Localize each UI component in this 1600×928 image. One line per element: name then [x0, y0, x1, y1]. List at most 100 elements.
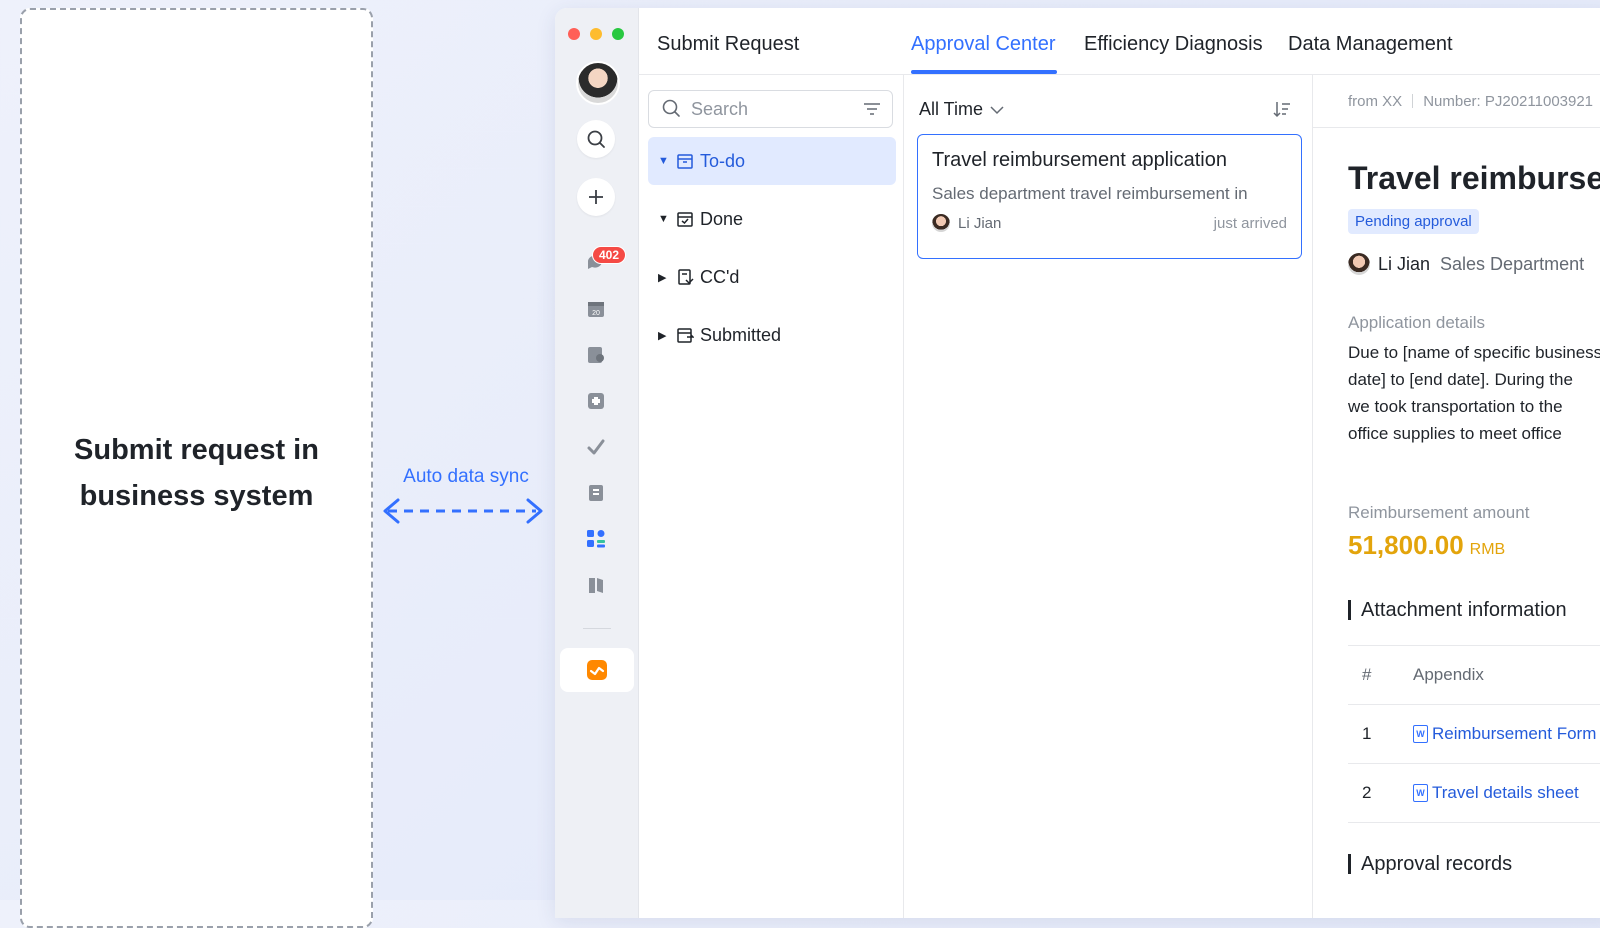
request-list-panel: All Time Travel reimbursement applicatio…: [904, 75, 1313, 918]
tab-submit-request[interactable]: Submit Request: [657, 33, 799, 56]
business-system-text: Submit request in business system: [74, 434, 319, 512]
window-controls: [568, 28, 624, 40]
request-card-user: Li Jian: [958, 214, 1002, 232]
calendar-icon: 20: [588, 302, 604, 317]
body-line: office supplies to meet office: [1348, 424, 1562, 443]
filter-icon[interactable]: [862, 100, 882, 118]
folder-submitted[interactable]: ▶ Submitted: [648, 311, 896, 359]
applicant-name: Li Jian: [1378, 253, 1431, 274]
books-button[interactable]: [585, 574, 607, 596]
workplace-icon: [588, 393, 604, 409]
workplace-button[interactable]: [585, 390, 607, 412]
folder-label: Submitted: [700, 324, 782, 345]
close-window-button[interactable]: [568, 28, 580, 40]
caret-down-icon: ▼: [658, 213, 669, 225]
request-detail-panel: from XX Number: PJ20211003921 Travel rei…: [1313, 75, 1600, 918]
avatar: [932, 214, 950, 232]
application-details-body: Due to [name of specific business date] …: [1348, 339, 1600, 447]
apps-button[interactable]: [585, 528, 607, 550]
attachment-name: Reimbursement Form: [1432, 724, 1597, 743]
auto-sync-indicator: Auto data sync: [378, 466, 548, 526]
apps-icon: [587, 530, 605, 548]
detail-source: from XX: [1348, 92, 1403, 110]
docs-icon: [588, 347, 604, 363]
app-window: 402 20 Submit Request Approval Center Ef…: [555, 8, 1600, 918]
maximize-window-button[interactable]: [612, 28, 624, 40]
calendar-button[interactable]: 20: [585, 298, 607, 320]
checked-box-icon: [676, 210, 694, 228]
cc-doc-icon: [676, 268, 694, 286]
amount-currency: RMB: [1469, 541, 1506, 558]
top-tabs: Submit Request Approval Center Efficienc…: [638, 8, 1600, 75]
create-button[interactable]: [577, 178, 615, 216]
applicant-info: Li Jian Sales Department: [1348, 253, 1584, 275]
request-card-time: just arrived: [1213, 214, 1287, 232]
approval-records-title: Approval records: [1348, 854, 1512, 874]
search-button[interactable]: [577, 120, 615, 158]
folder-done[interactable]: ▼ Done: [648, 195, 896, 243]
body-line: Due to [name of specific business: [1348, 343, 1600, 362]
attachment-link[interactable]: W Travel details sheet: [1413, 783, 1579, 803]
nav-rail: 402 20: [555, 8, 639, 918]
business-system-placeholder: Submit request in business system: [20, 8, 373, 928]
attachment-number: 1: [1362, 724, 1372, 743]
user-avatar[interactable]: [576, 61, 620, 105]
time-filter-dropdown[interactable]: All Time: [919, 99, 1005, 120]
application-details-label: Application details: [1348, 313, 1486, 332]
caret-right-icon: ▶: [658, 271, 667, 284]
outbox-icon: [676, 326, 694, 344]
rail-divider: [583, 628, 611, 629]
body-line: we took transportation to the: [1348, 397, 1563, 416]
tab-data-management[interactable]: Data Management: [1288, 33, 1453, 56]
tab-approval-center[interactable]: Approval Center: [911, 33, 1056, 56]
search-input[interactable]: Search: [691, 99, 862, 120]
folder-todo[interactable]: ▼ To-do: [648, 137, 896, 185]
request-card-title: Travel reimbursement application: [932, 149, 1227, 171]
plus-icon: [589, 190, 603, 204]
amount-label: Reimbursement amount: [1348, 503, 1530, 522]
search-icon: [662, 99, 680, 117]
search-icon: [587, 130, 605, 148]
attachment-link[interactable]: W Reimbursement Form: [1413, 724, 1596, 744]
folder-ccd[interactable]: ▶ CC'd: [648, 253, 896, 301]
table-row: 2 W Travel details sheet: [1348, 764, 1600, 823]
time-filter-label: All Time: [919, 99, 984, 119]
books-icon: [589, 578, 603, 593]
caret-right-icon: ▶: [658, 329, 667, 342]
column-header: Appendix: [1413, 665, 1484, 684]
body-line: date] to [end date]. During the: [1348, 370, 1573, 389]
docs-button[interactable]: [585, 344, 607, 366]
word-doc-icon: W: [1413, 725, 1428, 743]
search-box[interactable]: Search: [648, 90, 893, 128]
detail-title: Travel reimbursement application: [1348, 160, 1600, 196]
wiki-icon: [589, 485, 603, 501]
attachment-section-title: Attachment information: [1348, 600, 1567, 620]
chevron-down-icon: [990, 105, 1004, 114]
divider: [1412, 94, 1414, 108]
double-arrow-icon: [383, 498, 543, 524]
folder-label: CC'd: [700, 266, 740, 287]
approval-app-button[interactable]: [560, 648, 634, 692]
attachment-name: Travel details sheet: [1432, 783, 1579, 802]
svg-text:20: 20: [592, 310, 600, 317]
tasks-button[interactable]: [585, 436, 607, 458]
minimize-window-button[interactable]: [590, 28, 602, 40]
wiki-button[interactable]: [585, 482, 607, 504]
table-row: 1 W Reimbursement Form: [1348, 705, 1600, 764]
active-tab-indicator: [911, 70, 1057, 74]
tab-efficiency-diagnosis[interactable]: Efficiency Diagnosis: [1084, 33, 1263, 56]
unread-badge: 402: [592, 246, 627, 264]
detail-header: from XX Number: PJ20211003921: [1313, 75, 1600, 128]
folder-panel: Search ▼ To-do ▼ Done ▶ CC'd ▶ Submitted: [638, 75, 904, 918]
sort-icon[interactable]: [1272, 99, 1292, 119]
folder-label: To-do: [700, 150, 746, 171]
approval-app-icon: [587, 660, 607, 680]
request-card-meta: Li Jian just arrived: [932, 214, 1287, 232]
attachment-table: # Appendix 1 W Reimbursement Form 2 W Tr…: [1348, 645, 1600, 823]
auto-sync-label: Auto data sync: [403, 466, 529, 487]
avatar: [1348, 253, 1370, 275]
detail-number: Number: PJ20211003921: [1423, 92, 1594, 110]
folder-label: Done: [700, 208, 744, 229]
request-card[interactable]: Travel reimbursement application Sales d…: [917, 134, 1302, 259]
column-header: #: [1362, 665, 1372, 684]
